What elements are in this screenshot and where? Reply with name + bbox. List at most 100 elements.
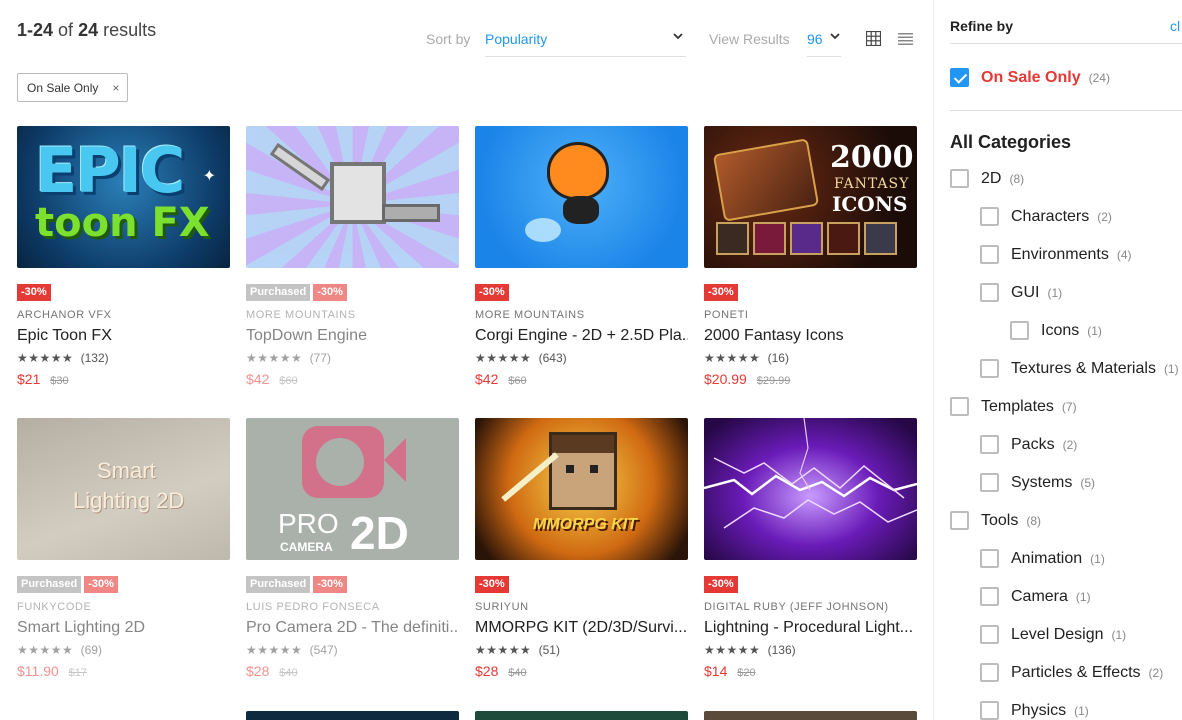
category-checkbox[interactable] (980, 625, 999, 644)
category-checkbox[interactable] (980, 663, 999, 682)
category-label: Physics (1011, 701, 1067, 719)
product-publisher[interactable]: PONETI (704, 309, 749, 321)
product-title[interactable]: Pro Camera 2D - The definiti... (246, 619, 459, 637)
discount-badge: -30% (84, 576, 118, 593)
product-thumbnail-next-row[interactable] (475, 711, 688, 720)
category-checkbox[interactable] (980, 283, 999, 302)
category-checkbox[interactable] (980, 207, 999, 226)
pixel-gun-image (382, 204, 440, 222)
product-card[interactable]: Purchased -30% MORE MOUNTAINS TopDown En… (246, 126, 459, 387)
product-title[interactable]: TopDown Engine (246, 327, 459, 345)
product-thumbnail[interactable]: MMORPG KIT (475, 418, 688, 560)
category-textures-materials[interactable]: Textures & Materials (1) (980, 359, 1179, 378)
close-icon[interactable]: × (112, 81, 119, 101)
category-label: Icons (1041, 321, 1080, 339)
category-systems[interactable]: Systems (5) (980, 473, 1095, 492)
product-thumbnail-next-row[interactable] (246, 711, 459, 720)
icon-strip-image (716, 222, 897, 255)
category-tools[interactable]: Tools (8) (950, 511, 1041, 530)
product-publisher[interactable]: SURIYUN (475, 601, 529, 613)
product-title[interactable]: 2000 Fantasy Icons (704, 327, 917, 345)
view-results-label: View Results (709, 31, 790, 47)
product-card[interactable]: 2000 FANTASY ICONS -30% PONETI 2000 Fant… (704, 126, 917, 387)
product-thumbnail[interactable]: EPIC toon FX ✦ (17, 126, 230, 268)
badges: Purchased -30% (246, 284, 347, 301)
lightning-bolts-image (704, 418, 917, 529)
product-publisher[interactable]: DIGITAL RUBY (JEFF JOHNSON) (704, 601, 889, 613)
category-checkbox[interactable] (980, 359, 999, 378)
category-label: Level Design (1011, 625, 1104, 643)
category-count: (5) (1080, 475, 1096, 490)
category-checkbox[interactable] (1010, 321, 1029, 340)
category-checkbox[interactable] (980, 549, 999, 568)
product-thumbnail[interactable]: 2000 FANTASY ICONS (704, 126, 917, 268)
category-physics[interactable]: Physics (1) (980, 701, 1089, 720)
category-checkbox[interactable] (980, 435, 999, 454)
category-checkbox[interactable] (950, 397, 969, 416)
category-particles-effects[interactable]: Particles & Effects (2) (980, 663, 1163, 682)
product-thumbnail[interactable]: PRO CAMERA 2D (246, 418, 459, 560)
category-templates[interactable]: Templates (7) (950, 397, 1077, 416)
camera-lens-icon (384, 438, 406, 482)
list-view-icon[interactable] (898, 32, 913, 46)
product-title[interactable]: MMORPG KIT (2D/3D/Survi... (475, 619, 688, 637)
filter-chip-on-sale[interactable]: On Sale Only × (17, 73, 129, 102)
product-thumbnail[interactable] (246, 126, 459, 268)
category-camera[interactable]: Camera (1) (980, 587, 1091, 606)
category-count: (7) (1061, 399, 1077, 414)
category-animation[interactable]: Animation (1) (980, 549, 1105, 568)
product-thumbnail[interactable] (475, 126, 688, 268)
product-title[interactable]: Corgi Engine - 2D + 2.5D Pla... (475, 327, 688, 345)
category-checkbox[interactable] (950, 169, 969, 188)
category-checkbox[interactable] (980, 245, 999, 264)
category-checkbox[interactable] (980, 587, 999, 606)
on-sale-filter[interactable]: On Sale Only (24) (950, 68, 1110, 87)
category-characters[interactable]: Characters (2) (980, 207, 1112, 226)
category-environments[interactable]: Environments (4) (980, 245, 1132, 264)
clear-filters-link[interactable]: cl (1170, 18, 1180, 34)
category-checkbox[interactable] (980, 701, 999, 720)
view-results-select[interactable]: 96 (807, 28, 841, 57)
category-checkbox[interactable] (980, 473, 999, 492)
sort-select[interactable]: Popularity (485, 28, 686, 57)
star-rating-icon: ★★★★★ (704, 643, 761, 657)
category-2d[interactable]: 2D (8) (950, 169, 1024, 188)
purchased-badge: Purchased (246, 284, 311, 301)
product-publisher[interactable]: LUIS PEDRO FONSECA (246, 601, 380, 613)
product-card[interactable]: EPIC toon FX ✦ -30% ARCHANOR VFX Epic To… (17, 126, 230, 387)
product-card[interactable]: -30% MORE MOUNTAINS Corgi Engine - 2D + … (475, 126, 688, 387)
category-gui[interactable]: GUI (1) (980, 283, 1062, 302)
on-sale-checkbox[interactable] (950, 68, 969, 87)
category-label: Packs (1011, 435, 1055, 453)
product-publisher[interactable]: FUNKYCODE (17, 601, 91, 613)
product-publisher[interactable]: ARCHANOR VFX (17, 309, 112, 321)
category-count: (1) (1163, 361, 1179, 376)
corgi-body-image (563, 196, 599, 224)
product-title[interactable]: Lightning - Procedural Light... (704, 619, 917, 637)
product-card[interactable]: MMORPG KIT -30% SURIYUN MMORPG KIT (2D/3… (475, 418, 688, 679)
results-range: 1-24 (17, 20, 54, 40)
star-rating-icon: ★★★★★ (246, 643, 303, 657)
category-checkbox[interactable] (950, 511, 969, 530)
product-title[interactable]: Epic Toon FX (17, 327, 230, 345)
product-title[interactable]: Smart Lighting 2D (17, 619, 230, 637)
category-level-design[interactable]: Level Design (1) (980, 625, 1126, 644)
product-thumbnail[interactable]: Smart Lighting 2D (17, 418, 230, 560)
product-thumbnail-next-row[interactable] (704, 711, 917, 720)
product-card[interactable]: PRO CAMERA 2D Purchased -30% LUIS PEDRO … (246, 418, 459, 679)
category-count: (1) (1047, 285, 1063, 300)
product-price: $42 $60 (475, 371, 527, 387)
product-publisher[interactable]: MORE MOUNTAINS (475, 309, 585, 321)
product-card[interactable]: -30% DIGITAL RUBY (JEFF JOHNSON) Lightni… (704, 418, 917, 679)
product-card[interactable]: Smart Lighting 2D Purchased -30% FUNKYCO… (17, 418, 230, 679)
review-count: (51) (538, 643, 560, 657)
thumb-title-line-1: EPIC (35, 134, 185, 207)
grid-view-icon[interactable] (865, 30, 882, 47)
category-packs[interactable]: Packs (2) (980, 435, 1077, 454)
all-categories-heading: All Categories (950, 132, 1072, 152)
sale-price: $21 (17, 371, 41, 387)
category-label: Camera (1011, 587, 1068, 605)
category-icons[interactable]: Icons (1) (1010, 321, 1102, 340)
product-publisher[interactable]: MORE MOUNTAINS (246, 309, 356, 321)
product-thumbnail[interactable] (704, 418, 917, 560)
